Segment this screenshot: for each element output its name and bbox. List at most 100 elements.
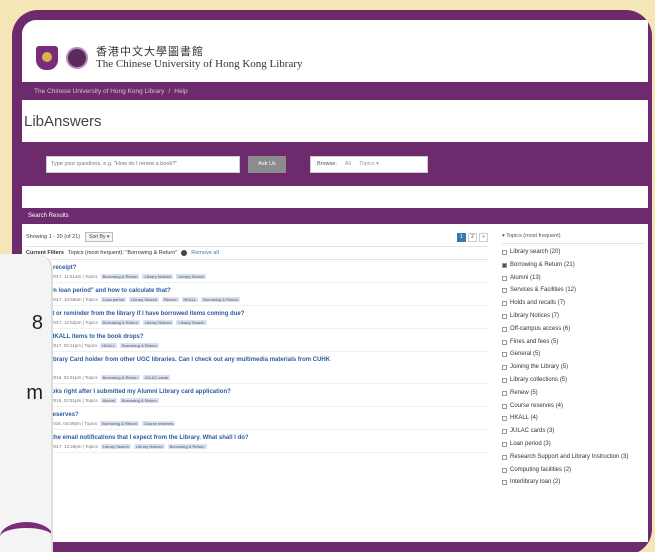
browse-dropdown[interactable]: Browse: All Topics ▾ [310,155,428,173]
breadcrumb: The Chinese University of Hong Kong Libr… [22,82,648,100]
topic-filter-item[interactable]: Computing facilities (2) [502,467,644,475]
topic-checkbox[interactable] [502,326,507,332]
topic-tag[interactable]: Library Notices [142,320,174,326]
zoomed-phone-overlay: 8 m [0,254,53,552]
topic-checkbox[interactable] [502,339,507,345]
topic-filter-item[interactable]: Renew (5) [502,390,644,398]
topic-filter-list: Library search (20) Borrowing & Return (2… [502,249,644,487]
browse-all-option[interactable]: All [345,161,351,167]
question-link[interactable]: "maximum loan period" and how to calcula… [26,287,488,295]
question-link[interactable]: orrow books right after I submitted my A… [26,388,488,396]
question-link[interactable]: t receive the email notifications that I… [26,434,488,442]
browse-topics-select[interactable]: Topics ▾ [359,161,379,167]
question-link[interactable]: a borrow receipt? [26,264,488,272]
question-meta: ated Feb 18 2016, 02:51pm | Topics Borrow… [26,374,488,380]
next-page-button[interactable]: » [479,232,488,242]
topic-filter-item[interactable]: Services & Facilities (12) [502,287,644,295]
question-row: "maximum loan period" and how to calcula… [26,283,488,307]
topic-tag[interactable]: Library Search [100,443,131,449]
library-logo[interactable]: 香港中文大學圖書館 The Chinese University of Hong… [96,45,303,71]
topic-filter-item[interactable]: Library search (20) [502,249,644,257]
topic-tag[interactable]: Borrowing & Return [100,320,140,326]
logo-english-name: The Chinese University of Hong Kong Libr… [96,58,303,70]
topic-tag[interactable]: Borrowing & Return [167,443,207,449]
topic-tag[interactable]: Alumni [100,397,117,403]
topic-checkbox[interactable] [502,262,507,268]
topic-tag[interactable]: Renew [162,297,179,303]
topic-checkbox[interactable] [502,390,507,396]
remove-circle-icon[interactable] [181,250,188,256]
topic-filter-item[interactable]: Off-campus access (6) [502,326,644,334]
topics-header[interactable]: ▾ Topics (most frequent) [502,228,644,244]
page-1-button[interactable]: 1 [457,232,466,242]
page-2-button[interactable]: 2 [468,232,477,242]
question-meta: ated Dec 18 2017, 10:59am | Topics Loan p… [26,297,488,303]
topic-checkbox[interactable] [502,429,507,435]
topic-filter-item[interactable]: Alumni (13) [502,275,644,283]
topic-filter-item[interactable]: Joining the Library (5) [502,364,644,372]
topic-tag[interactable]: HKALL [181,297,199,303]
question-search-input[interactable] [46,155,240,173]
remove-all-link[interactable]: Remove all [191,250,219,256]
topic-checkbox[interactable] [502,250,507,255]
topic-checkbox[interactable] [502,403,507,409]
search-bar: Ask Us Browse: All Topics ▾ [22,142,648,186]
question-link[interactable]: JULAC Library Card holder from other UGC… [26,356,488,364]
topic-checkbox[interactable] [502,480,507,486]
current-filters: Current Filters Topics (most frequent): … [26,246,488,260]
topic-checkbox[interactable] [502,416,507,422]
topic-checkbox[interactable] [502,441,507,447]
topic-checkbox[interactable] [502,454,507,460]
topic-tag[interactable]: Library Notices [133,443,165,449]
topic-filter-item[interactable]: Library collections (5) [502,377,644,385]
topic-tag[interactable]: Library Search [176,274,207,280]
topic-filter-item[interactable]: Library Notices (7) [502,313,644,321]
topic-checkbox[interactable] [502,365,507,371]
topic-filter-item[interactable]: Interlibrary loan (2) [502,479,644,487]
question-meta: ated Feb 18 2016, 02:51pm | Topics Alumni… [26,397,488,403]
question-link[interactable]: et an alert or reminder from the library… [26,310,488,318]
topic-filter-item[interactable]: Holds and recalls (7) [502,300,644,308]
topic-tag[interactable]: Borrowing & Return [119,397,159,403]
topic-filter-item[interactable]: Fines and fees (5) [502,339,644,347]
sort-by-button[interactable]: Sort By ▾ [85,232,114,242]
topic-checkbox[interactable] [502,301,507,307]
topic-tag[interactable]: Borrowing & Return [100,374,140,380]
topic-checkbox[interactable] [502,275,507,281]
purple-arc-decoration [0,522,51,552]
topic-tag[interactable]: Library Notices [142,274,174,280]
question-link[interactable]: turn the HKALL items to the book drops? [26,333,488,341]
topic-filter-item[interactable]: Research Support and Library Instruction… [502,454,644,462]
topic-tag[interactable]: Loan period [100,297,127,303]
ask-us-button[interactable]: Ask Us [248,155,286,173]
topic-checkbox[interactable] [502,352,507,358]
topic-tag[interactable]: Borrowing & Return [100,420,140,426]
topic-tag[interactable]: JULAC cards [142,374,171,380]
question-meta: ated Sep 13 2017, 12:49pm | Topics Librar… [26,443,488,449]
topic-checkbox[interactable] [502,288,507,294]
topic-tag[interactable]: HKALL [100,343,117,349]
breadcrumb-current[interactable]: Help [174,88,187,95]
topic-label: JULAC cards (3) [510,428,555,435]
topic-tag[interactable]: Borrowing & Return [100,274,140,280]
topic-filter-item[interactable]: JULAC cards (3) [502,428,644,436]
question-row: a borrow receipt? ated Sep 05 2017, 11:51… [26,260,488,284]
topic-checkbox[interactable] [502,313,507,319]
topic-filter-item[interactable]: Course reserves (4) [502,403,644,411]
question-link-continued[interactable]: s? [26,364,488,372]
overlay-digit: 8 [31,312,43,334]
pagination: 1 2 » [457,232,488,242]
topic-tag[interactable]: Library Search [129,297,160,303]
topic-tag[interactable]: Library Search [176,320,207,326]
topic-filter-item[interactable]: Loan period (3) [502,441,644,449]
topic-tag[interactable]: Borrowing & Return [119,343,159,349]
topic-filter-item[interactable]: HKALL (4) [502,415,644,423]
topic-checkbox[interactable] [502,467,507,473]
topic-tag[interactable]: Course reserves [142,420,176,426]
topic-checkbox[interactable] [502,377,507,383]
question-link[interactable]: Course Reserves? [26,411,488,419]
topic-tag[interactable]: Borrowing & Return [201,297,241,303]
topic-filter-item[interactable]: Borrowing & Return (21) [502,262,644,270]
topic-filter-item[interactable]: General (5) [502,351,644,359]
breadcrumb-home-link[interactable]: The Chinese University of Hong Kong Libr… [34,88,164,95]
